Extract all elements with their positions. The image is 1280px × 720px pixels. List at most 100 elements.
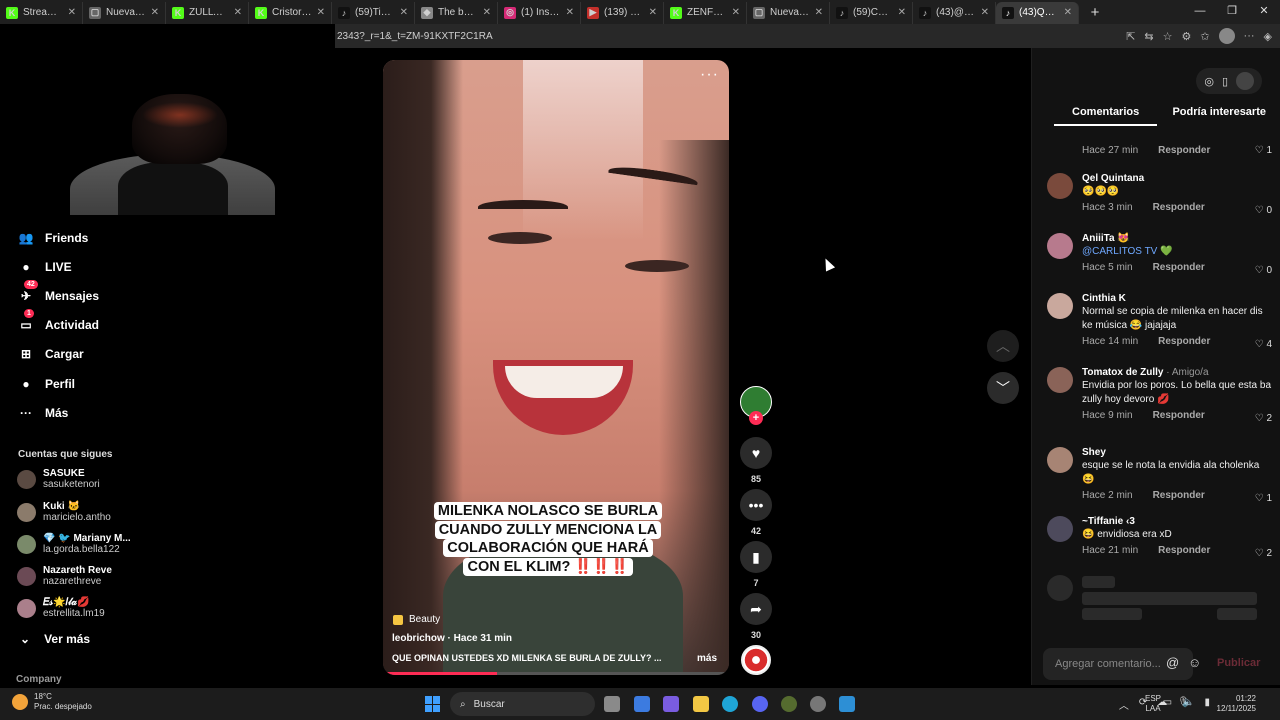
favorites-icon[interactable]: ✩ [1200,30,1209,43]
sidebar-item-upload[interactable]: ⊞ Cargar [18,346,84,362]
commenter-name[interactable]: Shey [1082,447,1106,458]
translate-icon[interactable]: ⇆ [1144,30,1153,43]
commenter-avatar[interactable] [1047,516,1073,542]
browser-profile-avatar[interactable] [1218,28,1235,44]
see-more-button[interactable]: ⌄ Ver más [20,632,90,646]
comment-button[interactable]: ••• [740,489,772,521]
reply-button[interactable]: Responder [1158,145,1210,156]
comment-like[interactable]: ♡ 2 [1255,413,1272,424]
copilot-app-icon[interactable] [663,696,679,712]
next-video-button[interactable]: ﹀ [987,372,1019,404]
video-progress-bar[interactable] [383,672,729,675]
tray-chevron-icon[interactable]: ︿ [1119,697,1129,712]
commenter-name[interactable]: Cinthia K [1082,293,1126,304]
video-tag[interactable]: Beauty [393,614,440,625]
tab-close-icon[interactable]: ✕ [898,7,906,18]
music-disc-icon[interactable] [741,645,771,675]
browser-tab[interactable]: K Cristorata7 ✕ [249,1,332,24]
tab-close-icon[interactable]: ✕ [732,7,740,18]
tab-close-icon[interactable]: ✕ [566,7,574,18]
comment-like[interactable]: ♡ 0 [1255,265,1272,276]
comment-like[interactable]: ♡ 1 [1255,493,1272,504]
commenter-name[interactable]: Qel Quintana [1082,173,1144,184]
reply-button[interactable]: Responder [1153,202,1205,213]
open-in-app-icon[interactable]: ⇱ [1126,30,1135,43]
task-view-icon[interactable] [604,696,620,712]
browser-tab[interactable]: ▢ Nueva pestaña ✕ [83,1,166,24]
windows-start-icon[interactable] [425,696,441,712]
mention-icon[interactable]: @ [1166,655,1179,670]
reply-button[interactable]: Responder [1158,336,1210,347]
reply-button[interactable]: Responder [1153,262,1205,273]
tab-close-icon[interactable]: ✕ [815,7,823,18]
tab-close-icon[interactable]: ✕ [317,7,325,18]
address-bar[interactable]: 2343?_r=1&_t=ZM-91KXTF2C1RA ⇱ ⇆ ☆ ⚙ ✩ ··… [335,24,1280,48]
extensions-icon[interactable]: ⚙ [1181,30,1191,43]
follow-plus-icon[interactable]: + [749,411,763,425]
user-avatar[interactable] [1236,72,1254,90]
tab-close-icon[interactable]: ✕ [400,7,408,18]
commenter-name[interactable]: AniiiTa 😻 [1082,233,1130,244]
browser-tab[interactable]: ♪ (43)QUE OP ✕ [996,1,1079,24]
store-icon[interactable] [634,696,650,712]
following-account[interactable]: Kuki 🐱 maricielo.antho [17,501,111,524]
browser-tab[interactable]: ♪ (59)Cuando ✕ [830,1,913,24]
tab-comments[interactable]: Comentarios [1054,106,1158,126]
reply-button[interactable]: Responder [1158,545,1210,556]
save-button[interactable]: ▮ [740,541,772,573]
phone-icon[interactable]: ▯ [1222,75,1228,88]
keyboard-language[interactable]: ESP LAA [1145,694,1161,714]
sidebar-item-friends[interactable]: 👥 Friends [18,230,89,246]
commenter-avatar[interactable] [1047,173,1073,199]
copilot-icon[interactable]: ◈ [1264,30,1272,43]
discord-icon[interactable] [752,696,768,712]
video-more-link[interactable]: más [697,653,717,664]
sidebar-item-live[interactable]: ● LIVE [18,259,71,275]
browser-tab[interactable]: ♪ (59)TikTok - ✕ [332,1,415,24]
commenter-name[interactable]: ~Tiffanie ‹3 [1082,516,1135,527]
edge-browser-icon[interactable] [722,696,738,712]
commenter-name[interactable]: Tomatox de Zully [1082,367,1164,378]
clock[interactable]: 01:22 12/11/2025 [1217,694,1256,714]
tab-close-icon[interactable]: ✕ [1064,7,1072,18]
minimize-icon[interactable]: — [1184,0,1216,24]
tab-close-icon[interactable]: ✕ [151,7,159,18]
sidebar-item-more[interactable]: ··· Más [18,405,68,421]
company-link[interactable]: Company [16,674,62,685]
video-player[interactable]: ··· MILENKA NOLASCO SE BURLA CUANDO ZULL… [383,60,729,675]
tab-close-icon[interactable]: ✕ [649,7,657,18]
following-account[interactable]: Nazareth Rеve nazarethreve [17,565,112,588]
obs-icon[interactable] [810,696,826,712]
commenter-avatar[interactable] [1047,233,1073,259]
url-text[interactable]: 2343?_r=1&_t=ZM-91KXTF2C1RA [335,31,1126,42]
comment-like[interactable]: ♡ 4 [1255,339,1272,350]
taskbar-search[interactable]: ⌕ Buscar [450,692,595,716]
tab-might-interest[interactable]: Podría interesarte [1172,106,1266,126]
restore-icon[interactable]: ❐ [1216,0,1248,24]
tab-close-icon[interactable]: ✕ [483,7,491,18]
previous-video-button[interactable]: ︿ [987,330,1019,362]
battery-icon[interactable]: ▮ [1204,697,1210,708]
browser-tab[interactable]: K ZULLYY_CS ✕ [166,1,249,24]
following-account[interactable]: SASUKE sasuketenori [17,468,100,491]
volume-icon[interactable]: 🔈 [1182,697,1194,708]
like-button[interactable]: ♥ [740,437,772,469]
browser-tab[interactable]: K Stream - Kick ✕ [0,1,83,24]
bookmark-star-icon[interactable]: ☆ [1163,30,1173,43]
comment-like[interactable]: ♡ 2 [1255,548,1272,559]
reply-button[interactable]: Responder [1153,490,1205,501]
photos-icon[interactable] [839,696,855,712]
browser-tab[interactable]: K ZENFLUENC ✕ [664,1,747,24]
comment-like[interactable]: ♡ 0 [1255,205,1272,216]
video-author[interactable]: leobrichow · Hace 31 min [392,633,512,644]
sidebar-item-activity[interactable]: ▭ 1 Actividad [18,309,99,333]
sidebar-item-messages[interactable]: ✈ 42 Mensajes [18,280,99,304]
sidebar-item-profile[interactable]: ● Perfil [18,376,75,392]
browser-menu-icon[interactable]: ··· [1244,30,1255,42]
browser-tab[interactable]: ♪ (43)@Zully ✕ [913,1,996,24]
tab-close-icon[interactable]: ✕ [68,7,76,18]
comment-like[interactable]: ♡ 1 [1255,145,1272,156]
browser-tab[interactable]: ▶ (139) Fuerza ✕ [581,1,664,24]
reply-button[interactable]: Responder [1153,410,1205,421]
commenter-avatar[interactable] [1047,293,1073,319]
